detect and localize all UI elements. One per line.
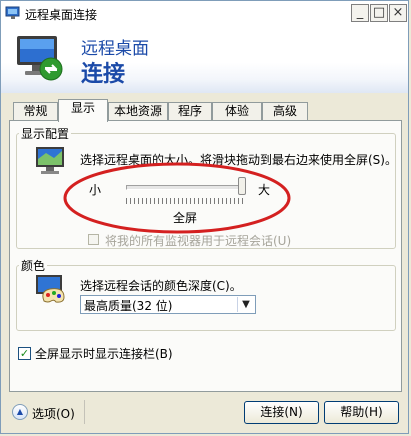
- colors-group: 颜色: [16, 257, 396, 331]
- color-depth-dropdown[interactable]: 最高质量(32 位) ▼: [80, 295, 256, 314]
- colors-legend: 颜色: [21, 259, 46, 273]
- footer-divider: [84, 400, 85, 424]
- monitor-size-icon: [36, 147, 64, 174]
- connect-button[interactable]: 连接(N): [244, 401, 319, 424]
- display-size-description: 选择远程桌面的大小。将滑块拖动到最右边来使用全屏(S)。: [80, 153, 397, 167]
- all-monitors-checkbox[interactable]: [88, 234, 99, 245]
- show-connection-bar-checkbox[interactable]: ✓: [18, 347, 31, 360]
- banner-title-line2: 连接: [81, 62, 126, 87]
- window-title: 远程桌面连接: [25, 8, 98, 22]
- all-monitors-label: 将我的所有监视器用于远程会话(U): [105, 234, 292, 248]
- close-button[interactable]: ×: [389, 4, 407, 22]
- show-connection-bar-label: 全屏显示时显示连接栏(B): [35, 347, 173, 361]
- display-tab-panel: 显示配置 选择远程桌面的大小。将滑块拖动到最右边来使用全屏(S)。 小 大 全屏…: [9, 120, 402, 392]
- display-configuration-legend: 显示配置: [21, 127, 70, 141]
- maximize-button[interactable]: □: [370, 4, 388, 22]
- remote-desktop-computer-icon: [17, 36, 63, 81]
- tab-local-resources[interactable]: 本地资源: [108, 102, 168, 120]
- color-palette-icon: [36, 275, 65, 303]
- color-depth-selected-value: 最高质量(32 位): [84, 299, 173, 313]
- tab-general[interactable]: 常规: [13, 102, 58, 120]
- slider-track: [126, 185, 240, 190]
- title-bar[interactable]: 远程桌面连接 _ □ ×: [1, 1, 408, 26]
- color-depth-description: 选择远程会话的颜色深度(C)。: [80, 279, 242, 293]
- minimize-button[interactable]: _: [351, 4, 369, 22]
- slider-thumb[interactable]: [238, 177, 246, 195]
- help-button[interactable]: 帮助(H): [324, 401, 399, 424]
- slider-ticks: [126, 198, 246, 204]
- slider-min-label: 小: [89, 183, 102, 197]
- tab-display[interactable]: 显示: [58, 99, 108, 122]
- tab-advanced[interactable]: 高级: [262, 102, 308, 120]
- options-expand-icon[interactable]: ▲: [12, 404, 28, 420]
- slider-value-label: 全屏: [173, 211, 198, 225]
- tab-programs[interactable]: 程序: [168, 102, 212, 120]
- display-size-slider[interactable]: [122, 175, 252, 205]
- header-banner: 远程桌面 连接: [1, 25, 408, 93]
- remote-desktop-app-icon: [5, 6, 20, 19]
- tab-experience[interactable]: 体验: [212, 102, 262, 120]
- options-button[interactable]: 选项(O): [32, 405, 75, 422]
- chevron-down-icon[interactable]: ▼: [237, 297, 254, 312]
- slider-max-label: 大: [258, 183, 271, 197]
